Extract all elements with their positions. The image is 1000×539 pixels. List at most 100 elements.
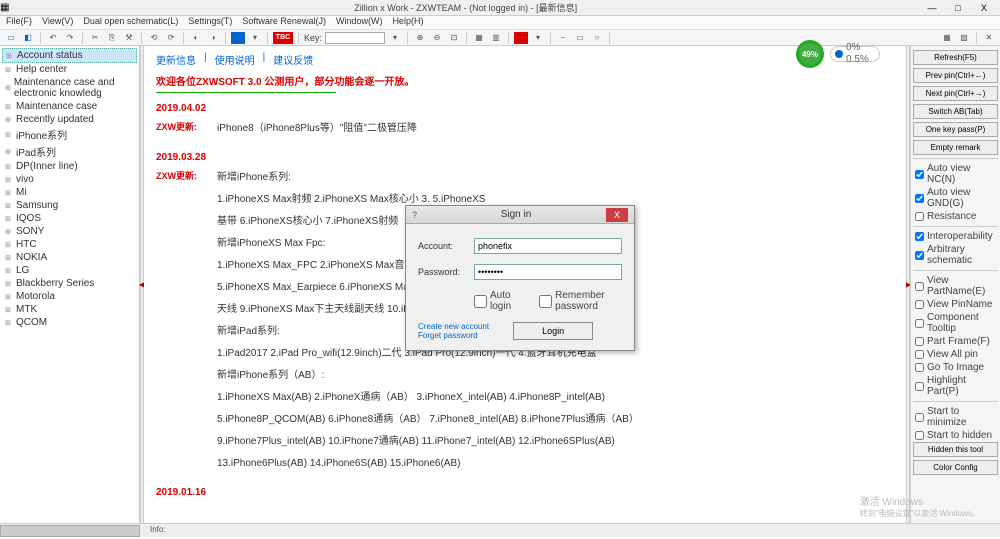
minimize-button[interactable]: — xyxy=(922,3,942,13)
rb-chk3-2[interactable]: Component Tooltip xyxy=(913,311,998,335)
rb-chk3-1[interactable]: View PinName xyxy=(913,298,998,311)
sidebar-item-16[interactable]: ⊞Blackberry Series xyxy=(2,277,137,290)
tree-expand-icon[interactable]: ⊞ xyxy=(5,103,13,111)
create-account-link[interactable]: Create new account xyxy=(418,322,489,331)
sidebar-item-9[interactable]: ⊞Mi xyxy=(2,186,137,199)
tree-expand-icon[interactable]: ⊞ xyxy=(5,254,13,262)
grid-icon[interactable]: ▦ xyxy=(472,31,486,45)
tree-expand-icon[interactable]: ⊞ xyxy=(5,241,13,249)
tree-expand-icon[interactable]: ⊞ xyxy=(5,66,13,74)
tree-expand-icon[interactable]: ⊞ xyxy=(5,202,13,210)
tree-expand-icon[interactable]: ⊞ xyxy=(5,228,13,236)
layer2-icon[interactable]: ▨ xyxy=(957,31,971,45)
menu-window[interactable]: Window(W) xyxy=(336,16,383,29)
layer1-icon[interactable]: ▦ xyxy=(940,31,954,45)
sidebar-item-18[interactable]: ⊞MTK xyxy=(2,303,137,316)
pin1-icon[interactable]: ◐ xyxy=(189,31,203,45)
menu-dual open schematic[interactable]: Dual open schematic(L) xyxy=(83,16,178,29)
sidebar-item-11[interactable]: ⊞IQOS xyxy=(2,212,137,225)
zoom-fit-icon[interactable]: ⊡ xyxy=(447,31,461,45)
tree-expand-icon[interactable]: ⊞ xyxy=(5,306,13,314)
sidebar-item-4[interactable]: ⊞Recently updated xyxy=(2,113,137,126)
auto-login-checkbox[interactable]: Auto login xyxy=(474,290,519,312)
zoom-in-icon[interactable]: ⊕ xyxy=(413,31,427,45)
box-icon[interactable]: ▭ xyxy=(573,31,587,45)
tab-0[interactable]: 更新信息 xyxy=(156,52,196,67)
tree-expand-icon[interactable]: ⊞ xyxy=(5,319,13,327)
sidebar-item-0[interactable]: ⊞Account status xyxy=(2,48,137,63)
sidebar-item-12[interactable]: ⊞SONY xyxy=(2,225,137,238)
menu-view[interactable]: View(V) xyxy=(42,16,73,29)
password-input[interactable] xyxy=(474,264,622,280)
tree-expand-icon[interactable]: ⊞ xyxy=(5,148,13,156)
forget-password-link[interactable]: Forget password xyxy=(418,331,489,340)
sidebar-item-13[interactable]: ⊞HTC xyxy=(2,238,137,251)
menu-help[interactable]: Help(H) xyxy=(392,16,423,29)
rotate-right-icon[interactable]: ⟳ xyxy=(164,31,178,45)
tree-expand-icon[interactable]: ⊞ xyxy=(5,293,13,301)
tree-expand-icon[interactable]: ⊞ xyxy=(5,267,13,275)
rb-chk3-3[interactable]: Part Frame(F) xyxy=(913,335,998,348)
rb-btn-2[interactable]: Next pin(Ctrl+→) xyxy=(913,86,998,101)
minus-icon[interactable]: − xyxy=(556,31,570,45)
dialog-close-button[interactable]: X xyxy=(606,208,628,222)
circle-icon[interactable]: ○ xyxy=(590,31,604,45)
blue-color-icon[interactable] xyxy=(231,32,245,44)
tree-expand-icon[interactable]: ⊞ xyxy=(5,280,13,288)
rb-btn2-0[interactable]: Hidden this tool xyxy=(913,442,998,457)
dropdown-icon[interactable]: ▾ xyxy=(248,31,262,45)
sidebar-item-6[interactable]: ⊞iPad系列 xyxy=(2,143,137,160)
undo-icon[interactable]: ↶ xyxy=(46,31,60,45)
account-input[interactable] xyxy=(474,238,622,254)
help-icon[interactable]: ? xyxy=(412,210,426,220)
sidebar-item-5[interactable]: ⊞iPhone系列 xyxy=(2,126,137,143)
rb-chk1-0[interactable]: Auto view NC(N) xyxy=(913,162,998,186)
rb-chk1-2[interactable]: Resistance xyxy=(913,210,998,223)
grid2-icon[interactable]: ▥ xyxy=(489,31,503,45)
sidebar-item-17[interactable]: ⊞Motorola xyxy=(2,290,137,303)
tree-expand-icon[interactable]: ⊞ xyxy=(5,163,13,171)
rb-chk4-1[interactable]: Start to hidden xyxy=(913,429,998,442)
remember-checkbox[interactable]: Remember password xyxy=(539,290,622,312)
sidebar-item-1[interactable]: ⊞Help center xyxy=(2,63,137,76)
maximize-button[interactable]: □ xyxy=(948,3,968,13)
rb-btn-3[interactable]: Switch AB(Tab) xyxy=(913,104,998,119)
sidebar-item-2[interactable]: ⊞Maintenance case and electronic knowled… xyxy=(2,76,137,100)
rb-chk3-4[interactable]: View All pin xyxy=(913,348,998,361)
sidebar-item-19[interactable]: ⊞QCOM xyxy=(2,316,137,329)
tree-expand-icon[interactable]: ⊞ xyxy=(5,116,13,124)
tbc-button[interactable]: TBC xyxy=(273,32,293,44)
tree-expand-icon[interactable]: ⊞ xyxy=(5,189,13,197)
rb-btn-4[interactable]: One key pass(P) xyxy=(913,122,998,137)
close-button[interactable]: X xyxy=(974,3,994,13)
cut-icon[interactable]: ✂ xyxy=(88,31,102,45)
sidebar-item-14[interactable]: ⊞NOKIA xyxy=(2,251,137,264)
tree-expand-icon[interactable]: ⊞ xyxy=(5,215,13,223)
sidebar-item-15[interactable]: ⊞LG xyxy=(2,264,137,277)
sidebar-item-3[interactable]: ⊞Maintenance case xyxy=(2,100,137,113)
scrollbar-horizontal[interactable]: Info: xyxy=(0,523,1000,537)
rb-chk1-1[interactable]: Auto view GND(G) xyxy=(913,186,998,210)
rb-chk4-0[interactable]: Start to minimize xyxy=(913,405,998,429)
zoom-out-icon[interactable]: ⊖ xyxy=(430,31,444,45)
key-input[interactable] xyxy=(325,32,385,44)
menu-settings[interactable]: Settings(T) xyxy=(188,16,232,29)
chd-icon[interactable]: ◧ xyxy=(21,31,35,45)
scrollbar-thumb[interactable] xyxy=(0,525,140,537)
copy-icon[interactable]: ⎘ xyxy=(105,31,119,45)
rotate-left-icon[interactable]: ⟲ xyxy=(147,31,161,45)
pin2-icon[interactable]: ◑ xyxy=(206,31,220,45)
dropdown3-icon[interactable]: ▾ xyxy=(531,31,545,45)
sidebar-item-7[interactable]: ⊞DP(Inner line) xyxy=(2,160,137,173)
rb-btn-5[interactable]: Empty remark xyxy=(913,140,998,155)
tree-expand-icon[interactable]: ⊞ xyxy=(5,131,13,139)
rb-chk2-1[interactable]: Arbitrary schematic xyxy=(913,243,998,267)
rb-chk3-6[interactable]: Highlight Part(P) xyxy=(913,374,998,398)
chip-icon[interactable]: ▭ xyxy=(4,31,18,45)
tree-expand-icon[interactable]: ⊞ xyxy=(5,176,13,184)
rb-btn-1[interactable]: Prev pin(Ctrl+←) xyxy=(913,68,998,83)
tree-expand-icon[interactable]: ⊞ xyxy=(6,52,14,60)
red-color-icon[interactable] xyxy=(514,32,528,44)
rb-chk3-5[interactable]: Go To Image xyxy=(913,361,998,374)
menu-software renewal[interactable]: Software Renewal(J) xyxy=(242,16,326,29)
